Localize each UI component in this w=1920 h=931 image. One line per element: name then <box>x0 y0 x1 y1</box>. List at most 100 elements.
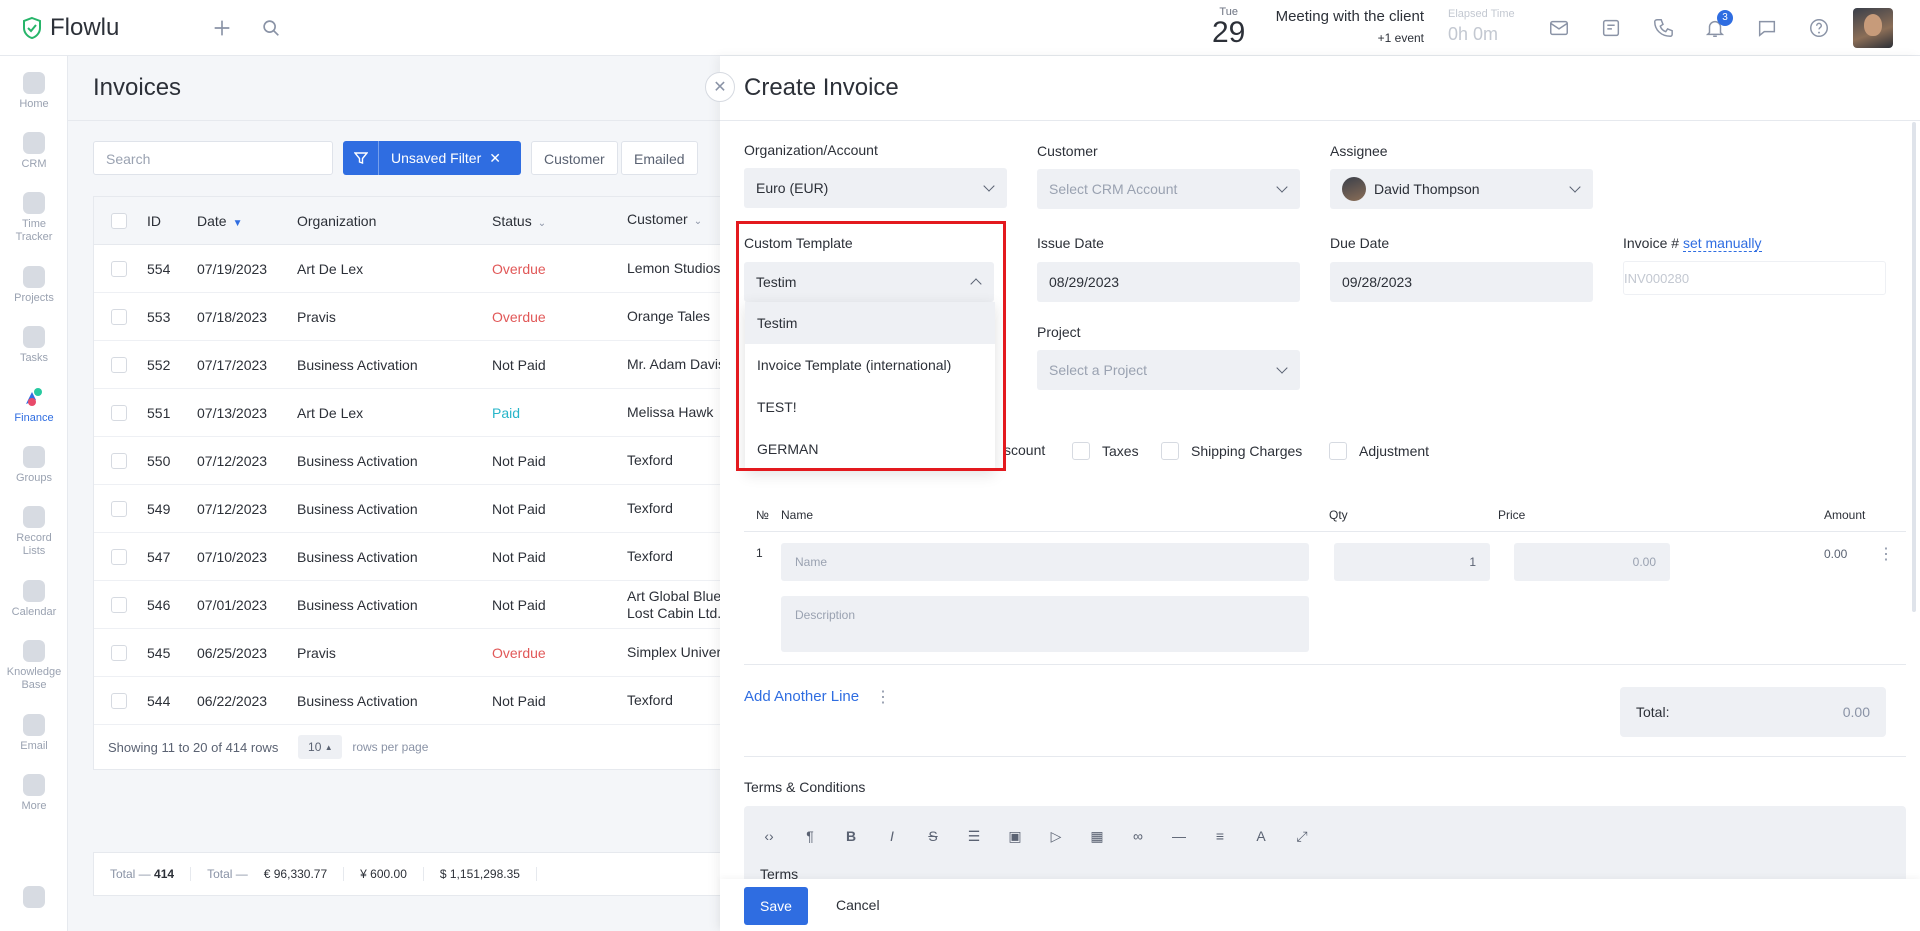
nav-time-tracker[interactable]: Time Tracker <box>0 192 68 244</box>
shipping-checkbox[interactable] <box>1161 442 1179 460</box>
cancel-button[interactable]: Cancel <box>836 897 880 913</box>
adjustment-checkbox[interactable] <box>1329 442 1347 460</box>
table-row[interactable]: 549 07/12/2023 Business Activation Not Paid… <box>94 485 720 533</box>
org-select[interactable]: Euro (EUR) <box>744 168 1007 208</box>
search-input[interactable]: Search <box>93 141 333 175</box>
col-organization[interactable]: Organization <box>297 213 492 229</box>
add-line-menu-icon[interactable]: ⋮ <box>875 687 891 707</box>
table-row[interactable]: 544 06/22/2023 Business Activation Not Paid… <box>94 677 720 725</box>
align-icon[interactable]: ≡ <box>1211 827 1229 845</box>
template-option[interactable]: GERMAN <box>745 428 995 470</box>
table-row[interactable]: 550 07/12/2023 Business Activation Not Paid… <box>94 437 720 485</box>
invoice-number-input[interactable]: INV000280 <box>1623 261 1886 295</box>
col-status[interactable]: Status ⌄ <box>492 213 627 229</box>
nav-finance[interactable]: Finance <box>0 386 68 425</box>
search-icon[interactable] <box>259 16 283 40</box>
upcoming-event[interactable]: Meeting with the client +1 event <box>1268 8 1424 45</box>
row-checkbox[interactable] <box>111 452 127 469</box>
video-icon[interactable]: ▷ <box>1047 827 1065 845</box>
image-icon[interactable]: ▣ <box>1006 827 1024 845</box>
row-checkbox[interactable] <box>111 404 127 421</box>
nav-calendar[interactable]: Calendar <box>0 580 68 619</box>
mail-icon[interactable] <box>1547 16 1571 40</box>
chat-icon[interactable] <box>1755 16 1779 40</box>
item-name-input[interactable]: Name <box>781 543 1309 581</box>
close-panel-button[interactable]: ✕ <box>705 72 735 102</box>
clear-filter-icon[interactable]: ✕ <box>489 150 501 167</box>
nav-record-lists[interactable]: Record Lists <box>0 506 68 558</box>
issue-date-input[interactable]: 08/29/2023 <box>1037 262 1300 302</box>
text-color-icon[interactable]: A <box>1252 827 1270 845</box>
col-date[interactable]: Date ▼ <box>197 213 297 229</box>
nav-knowledge-base[interactable]: Knowledge Base <box>0 640 68 692</box>
set-manually-link[interactable]: set manually <box>1682 235 1762 252</box>
table-row[interactable]: 546 07/01/2023 Business Activation Not Paid… <box>94 581 720 629</box>
list-icon[interactable]: ☰ <box>965 827 983 845</box>
save-button[interactable]: Save <box>744 887 808 925</box>
project-select[interactable]: Select a Project <box>1037 350 1300 390</box>
line-menu-icon[interactable]: ⋮ <box>1878 544 1894 564</box>
collapse-sidebar[interactable] <box>0 886 68 912</box>
nav-projects[interactable]: Projects <box>0 266 68 305</box>
table-icon[interactable]: ▦ <box>1088 827 1106 845</box>
table-row[interactable]: 552 07/17/2023 Business Activation Not Paid… <box>94 341 720 389</box>
row-checkbox[interactable] <box>111 500 127 517</box>
unsaved-filter-button[interactable]: Unsaved Filter ✕ <box>343 141 521 175</box>
plus-icon[interactable] <box>210 16 234 40</box>
phone-icon[interactable] <box>1651 16 1675 40</box>
assignee-select[interactable]: David Thompson <box>1330 169 1593 209</box>
strikethrough-icon[interactable]: S <box>924 827 942 845</box>
calendar-date[interactable]: Tue 29 <box>1212 6 1245 48</box>
row-checkbox[interactable] <box>111 692 127 709</box>
taxes-checkbox[interactable] <box>1072 442 1090 460</box>
customer-select[interactable]: Select CRM Account <box>1037 169 1300 209</box>
table-row[interactable]: 553 07/18/2023 Pravis Overdue Orange Tales <box>94 293 720 341</box>
paragraph-icon[interactable]: ¶ <box>801 827 819 845</box>
row-checkbox[interactable] <box>111 596 127 613</box>
app-logo[interactable]: Flowlu <box>20 14 119 42</box>
row-checkbox[interactable] <box>111 308 127 325</box>
nav-home[interactable]: Home <box>0 72 68 111</box>
emailed-filter-chip[interactable]: Emailed <box>621 141 698 175</box>
item-description-input[interactable]: Description <box>781 596 1309 652</box>
nav-email[interactable]: Email <box>0 714 68 753</box>
nav-more[interactable]: More <box>0 774 68 813</box>
link-icon[interactable]: ∞ <box>1129 827 1147 845</box>
rows-per-page-select[interactable]: 10 ▲ <box>298 735 343 759</box>
row-checkbox[interactable] <box>111 356 127 373</box>
fullscreen-icon[interactable]: ⤢ <box>1293 827 1311 845</box>
user-avatar[interactable] <box>1853 8 1893 48</box>
taxes-option[interactable]: Taxes <box>1072 442 1139 460</box>
help-icon[interactable] <box>1807 16 1831 40</box>
template-select[interactable]: Testim <box>744 262 994 302</box>
shipping-option[interactable]: Shipping Charges <box>1161 442 1302 460</box>
row-checkbox[interactable] <box>111 644 127 661</box>
nav-crm[interactable]: CRM <box>0 132 68 171</box>
table-row[interactable]: 551 07/13/2023 Art De Lex Paid Melissa Hawk <box>94 389 720 437</box>
panel-scrollbar[interactable] <box>1912 122 1916 612</box>
table-row[interactable]: 547 07/10/2023 Business Activation Not Paid… <box>94 533 720 581</box>
notes-icon[interactable] <box>1599 16 1623 40</box>
italic-icon[interactable]: I <box>883 827 901 845</box>
due-date-input[interactable]: 09/28/2023 <box>1330 262 1593 302</box>
horizontal-rule-icon[interactable]: — <box>1170 827 1188 845</box>
add-line-link[interactable]: Add Another Line <box>744 688 859 705</box>
adjustment-option[interactable]: Adjustment <box>1329 442 1429 460</box>
col-id[interactable]: ID <box>147 213 197 229</box>
template-option[interactable]: Invoice Template (international) <box>745 344 995 386</box>
nav-tasks[interactable]: Tasks <box>0 326 68 365</box>
customer-filter-chip[interactable]: Customer <box>531 141 618 175</box>
bell-icon[interactable]: 3 <box>1703 10 1733 40</box>
template-option[interactable]: Testim <box>745 302 995 344</box>
row-checkbox[interactable] <box>111 260 127 277</box>
table-row[interactable]: 554 07/19/2023 Art De Lex Overdue Lemon Stud… <box>94 245 720 293</box>
select-all-checkbox[interactable] <box>111 212 127 229</box>
row-checkbox[interactable] <box>111 548 127 565</box>
item-price-input[interactable]: 0.00 <box>1514 543 1670 581</box>
nav-groups[interactable]: Groups <box>0 446 68 485</box>
table-row[interactable]: 545 06/25/2023 Pravis Overdue Simplex Univer… <box>94 629 720 677</box>
template-option[interactable]: TEST! <box>745 386 995 428</box>
discount-option[interactable]: scount <box>1004 442 1045 458</box>
col-customer[interactable]: Customer ⌄ <box>627 211 720 230</box>
bold-icon[interactable]: B <box>842 827 860 845</box>
